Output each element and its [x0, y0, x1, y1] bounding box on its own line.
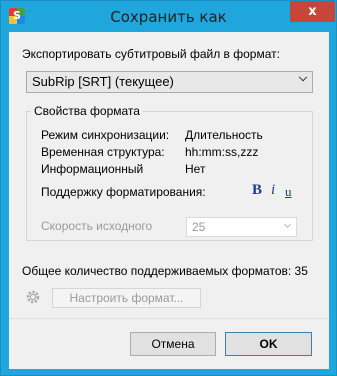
supported-formats-count: Общее количество поддерживаемых форматов… — [22, 264, 308, 278]
source-speed-label: Скорость исходного — [41, 219, 153, 233]
sync-mode-label: Режим синхронизации: — [41, 128, 170, 142]
format-properties-title: Свойства формата — [31, 104, 143, 118]
underline-icon: u — [285, 184, 292, 199]
time-structure-label: Временная структура: — [41, 145, 165, 159]
bold-icon: B — [252, 182, 263, 198]
time-structure-value: hh:mm:ss,zzz — [185, 145, 259, 159]
source-speed-select[interactable]: 25 — [186, 217, 297, 237]
sync-mode-value: Длительность — [185, 128, 263, 142]
setup-format-button[interactable]: Настроить формат... — [52, 288, 201, 308]
formatting-support-label: Поддержку форматирования: — [41, 185, 206, 199]
export-format-label: Экспортировать субтитровый файл в формат… — [22, 47, 280, 61]
title-bar[interactable]: S Сохранить как x — [1, 1, 336, 32]
format-select-value: SubRip [SRT] (текущее) — [32, 74, 174, 89]
dialog-footer: Отмена OK — [9, 318, 329, 369]
close-button[interactable]: x — [290, 1, 335, 22]
close-icon: x — [308, 4, 317, 19]
format-select[interactable]: SubRip [SRT] (текущее) — [26, 71, 313, 93]
cancel-button[interactable]: Отмена — [130, 332, 216, 356]
ok-button[interactable]: OK — [225, 332, 312, 356]
chevron-down-icon — [298, 72, 308, 82]
italic-icon: i — [271, 182, 276, 198]
chevron-down-icon — [283, 220, 292, 229]
dialog-window: S Сохранить как x Экспортировать субтитр… — [0, 0, 337, 376]
window-title: Сохранить как — [110, 8, 227, 26]
info-value: Нет — [185, 162, 206, 176]
dialog-body: Экспортировать субтитровый файл в формат… — [9, 32, 329, 369]
info-label: Информационный — [41, 162, 144, 176]
source-speed-value: 25 — [192, 220, 206, 234]
gear-icon — [25, 289, 41, 305]
